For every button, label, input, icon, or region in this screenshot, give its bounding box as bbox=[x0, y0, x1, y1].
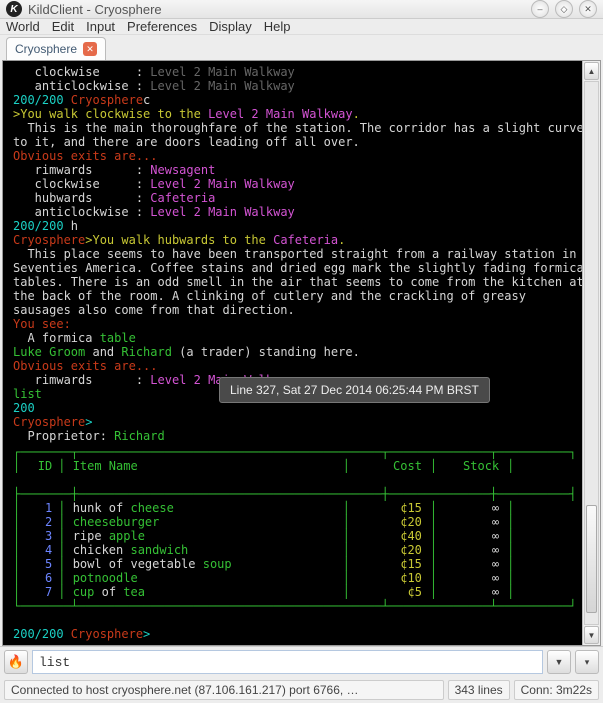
flame-icon: 🔥 bbox=[8, 654, 24, 670]
col-name: Item Name bbox=[73, 459, 343, 473]
menu-input[interactable]: Input bbox=[86, 19, 115, 34]
world-name: Cryosphere bbox=[71, 93, 143, 107]
exit-line: anticlockwise : bbox=[13, 79, 150, 93]
conj: and bbox=[85, 345, 121, 359]
status-lines: 343 lines bbox=[448, 680, 510, 700]
table-border: └───────┴───────────────────────────────… bbox=[13, 599, 577, 613]
table-header: │ID│ Item Name│Cost│Stock│ bbox=[13, 459, 578, 473]
walk-msg: >You walk clockwise to the bbox=[13, 107, 208, 121]
world-name: Cryosphere bbox=[13, 233, 85, 247]
exit-dest: Newsagent bbox=[150, 163, 215, 177]
room-desc: This place seems to have been transporte… bbox=[13, 247, 582, 317]
statusbar: Connected to host cryosphere.net (87.106… bbox=[0, 677, 603, 703]
person-tail: (a trader) standing here. bbox=[172, 345, 360, 359]
menu-help[interactable]: Help bbox=[264, 19, 291, 34]
hp-indicator: 200/200 bbox=[13, 219, 71, 233]
menu-display[interactable]: Display bbox=[209, 19, 252, 34]
prompt: > bbox=[143, 627, 150, 641]
scroll-end-button[interactable]: ▾ bbox=[575, 650, 599, 674]
terminal-area: clockwise : Level 2 Main Walkway anticlo… bbox=[2, 60, 601, 646]
person-name: Luke Groom bbox=[13, 345, 85, 359]
tab-close-icon[interactable]: ✕ bbox=[83, 42, 97, 56]
exit-line: anticlockwise : bbox=[13, 205, 150, 219]
scroll-down-icon[interactable]: ▼ bbox=[584, 626, 599, 644]
yousee-header: You see: bbox=[13, 317, 71, 331]
titlebar: K KildClient - Cryosphere – ◇ ✕ bbox=[0, 0, 603, 19]
shop-table: ┌───────┬───────────────────────────────… bbox=[13, 445, 578, 613]
exits-header: Obvious exits are... bbox=[13, 359, 158, 373]
prompt: > bbox=[85, 415, 92, 429]
terminal-output[interactable]: clockwise : Level 2 Main Walkway anticlo… bbox=[3, 61, 582, 645]
menu-edit[interactable]: Edit bbox=[52, 19, 74, 34]
history-dropdown-button[interactable]: ▼ bbox=[547, 650, 571, 674]
col-stock: Stock bbox=[437, 459, 507, 473]
scroll-thumb[interactable] bbox=[586, 505, 597, 613]
hp-indicator: 200/200 bbox=[13, 93, 71, 107]
close-button[interactable]: ✕ bbox=[579, 0, 597, 18]
col-id: ID bbox=[20, 459, 58, 473]
app-icon: K bbox=[6, 1, 22, 17]
cmd-echo: list bbox=[13, 387, 42, 401]
scroll-track[interactable] bbox=[584, 81, 599, 625]
table-row: │3│ ripe apple│¢40│∞│ bbox=[13, 529, 578, 543]
hp-indicator: 200/200 bbox=[13, 627, 71, 641]
status-conn-time: Conn: 3m22s bbox=[514, 680, 599, 700]
world-name: Cryosphere bbox=[71, 627, 143, 641]
proprietor-name: Richard bbox=[114, 429, 165, 443]
cmd-echo: c bbox=[143, 93, 150, 107]
table-row: │5│ bowl of vegetable soup│¢15│∞│ bbox=[13, 557, 578, 571]
exit-line: clockwise : bbox=[13, 65, 150, 79]
status-connection: Connected to host cryosphere.net (87.106… bbox=[4, 680, 444, 700]
punct: . bbox=[353, 107, 360, 121]
world-name: Cryosphere bbox=[13, 415, 85, 429]
exit-dest: Cafeteria bbox=[150, 191, 215, 205]
exit-dest: Level 2 Main Walkway bbox=[150, 65, 295, 79]
table-row: │6│ potnoodle│¢10│∞│ bbox=[13, 571, 578, 585]
person-name: Richard bbox=[121, 345, 172, 359]
item-keyword: table bbox=[100, 331, 136, 345]
menu-world[interactable]: World bbox=[6, 19, 40, 34]
exit-line: rimwards : bbox=[13, 373, 150, 387]
table-row: │4│ chicken sandwich│¢20│∞│ bbox=[13, 543, 578, 557]
tab-cryosphere[interactable]: Cryosphere ✕ bbox=[6, 37, 106, 60]
exits-header: Obvious exits are... bbox=[13, 149, 158, 163]
proprietor-label: Proprietor: bbox=[13, 429, 114, 443]
exit-dest: Level 2 Main Walkway bbox=[150, 177, 295, 191]
exit-line: rimwards : bbox=[13, 163, 150, 177]
table-border: ┌───────┬───────────────────────────────… bbox=[13, 445, 577, 459]
col-cost: Cost bbox=[350, 459, 430, 473]
maximize-button[interactable]: ◇ bbox=[555, 0, 573, 18]
scroll-up-icon[interactable]: ▲ bbox=[584, 62, 599, 80]
table-row: │2│ cheeseburger│¢20│∞│ bbox=[13, 515, 578, 529]
window-title: KildClient - Cryosphere bbox=[28, 2, 162, 17]
minimize-button[interactable]: – bbox=[531, 0, 549, 18]
table-border: ├───────┼───────────────────────────────… bbox=[13, 487, 577, 501]
cmd-echo: h bbox=[71, 219, 78, 233]
exit-dest: Level 2 Main Walkway bbox=[150, 79, 295, 93]
tabbar: Cryosphere ✕ bbox=[0, 35, 603, 60]
input-row: 🔥 ▼ ▾ bbox=[0, 646, 603, 677]
item-line: A formica bbox=[13, 331, 100, 345]
walk-msg: >You walk hubwards to the bbox=[85, 233, 273, 247]
exit-dest: Level 2 Main Walkway bbox=[150, 205, 295, 219]
color-picker-button[interactable]: 🔥 bbox=[4, 650, 28, 674]
punct: . bbox=[338, 233, 345, 247]
scrollbar[interactable]: ▲ ▼ bbox=[582, 61, 600, 645]
table-row: │1│ hunk of cheese│¢15│∞│ bbox=[13, 501, 578, 515]
line-tooltip: Line 327, Sat 27 Dec 2014 06:25:44 PM BR… bbox=[219, 377, 490, 403]
menubar: World Edit Input Preferences Display Hel… bbox=[0, 19, 603, 35]
room-desc: This is the main thoroughfare of the sta… bbox=[13, 121, 582, 149]
room-name: Level 2 Main Walkway bbox=[208, 107, 353, 121]
menu-preferences[interactable]: Preferences bbox=[127, 19, 197, 34]
room-name: Cafeteria bbox=[273, 233, 338, 247]
hp-indicator: 200 bbox=[13, 401, 35, 415]
exit-line: clockwise : bbox=[13, 177, 150, 191]
tab-label: Cryosphere bbox=[15, 42, 77, 56]
command-input[interactable] bbox=[32, 650, 543, 674]
exit-line: hubwards : bbox=[13, 191, 150, 205]
table-row: │7│ cup of tea│¢5│∞│ bbox=[13, 585, 578, 599]
